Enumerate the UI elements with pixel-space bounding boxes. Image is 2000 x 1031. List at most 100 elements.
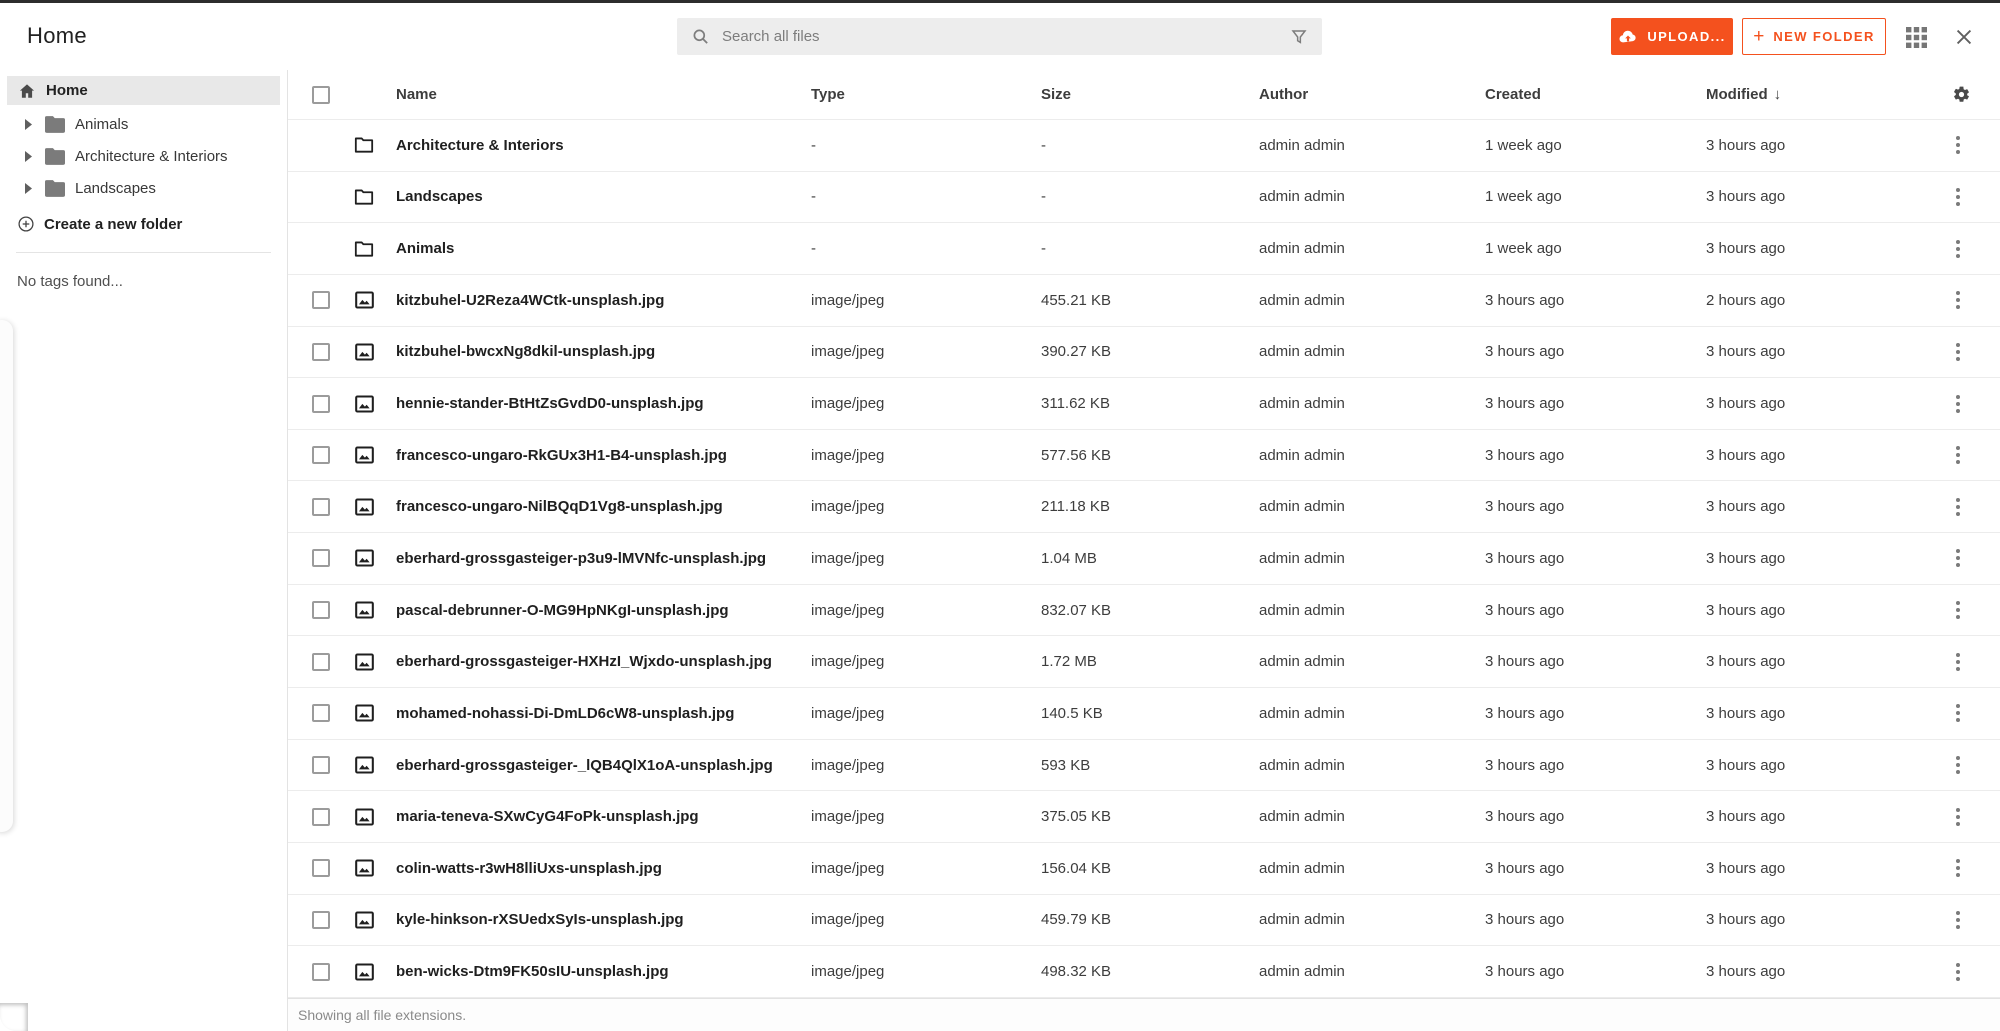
row-menu-button[interactable] [1952, 597, 1964, 623]
row-menu-button[interactable] [1952, 649, 1964, 675]
table-row-file[interactable]: eberhard-grossgasteiger-p3u9-lMVNfc-unsp… [288, 533, 2000, 585]
table-settings-gear-icon[interactable] [1952, 85, 1971, 104]
row-checkbox[interactable] [312, 446, 330, 465]
table-row-file[interactable]: eberhard-grossgasteiger-HXHzI_Wjxdo-unsp… [288, 636, 2000, 689]
new-folder-button[interactable]: + NEW FOLDER [1742, 18, 1886, 55]
caret-right-icon[interactable] [24, 118, 34, 130]
row-checkbox[interactable] [312, 342, 330, 361]
table-row-file[interactable]: ben-wicks-Dtm9FK50sIU-unsplash.jpg image… [288, 946, 2000, 998]
folder-name[interactable]: Animals [384, 240, 811, 257]
row-checkbox[interactable] [312, 394, 330, 413]
table-row-folder[interactable]: Animals - - admin admin 1 week ago 3 hou… [288, 223, 2000, 275]
column-header-author[interactable]: Author [1259, 86, 1485, 103]
close-button[interactable] [1951, 24, 1977, 50]
file-name[interactable]: francesco-ungaro-NilBQqD1Vg8-unsplash.jp… [384, 498, 811, 515]
row-menu-button[interactable] [1952, 339, 1964, 365]
row-author: admin admin [1259, 395, 1345, 413]
caret-right-icon[interactable] [24, 150, 34, 162]
row-menu-button[interactable] [1952, 236, 1964, 262]
file-name[interactable]: eberhard-grossgasteiger-_lQB4QlX1oA-unsp… [384, 757, 811, 774]
row-menu-button[interactable] [1952, 700, 1964, 726]
row-checkbox[interactable] [312, 601, 330, 620]
column-header-size[interactable]: Size [1041, 86, 1259, 103]
select-all-checkbox[interactable] [312, 85, 330, 104]
row-checkbox[interactable] [312, 549, 330, 568]
row-created: 1 week ago [1485, 136, 1562, 154]
folder-icon [45, 179, 65, 197]
row-menu-button[interactable] [1952, 391, 1964, 417]
table-row-folder[interactable]: Architecture & Interiors - - admin admin… [288, 120, 2000, 172]
column-header-type[interactable]: Type [811, 86, 1041, 103]
image-file-icon [354, 756, 374, 774]
row-menu-button[interactable] [1952, 545, 1964, 571]
row-type: image/jpeg [811, 859, 885, 877]
row-checkbox[interactable] [312, 807, 330, 826]
file-name[interactable]: pascal-debrunner-O-MG9HpNKgI-unsplash.jp… [384, 602, 811, 619]
sidebar-folder-item[interactable]: Landscapes [0, 173, 287, 203]
row-modified: 3 hours ago [1706, 498, 1786, 516]
column-header-modified[interactable]: Modified ↓ [1706, 86, 1938, 103]
search-input[interactable] [720, 27, 1290, 46]
row-menu-button[interactable] [1952, 442, 1964, 468]
row-menu-button[interactable] [1952, 494, 1964, 520]
folder-outline-icon [354, 240, 374, 258]
file-name[interactable]: maria-teneva-SXwCyG4FoPk-unsplash.jpg [384, 808, 811, 825]
file-name[interactable]: colin-watts-r3wH8lliUxs-unsplash.jpg [384, 860, 811, 877]
table-row-file[interactable]: maria-teneva-SXwCyG4FoPk-unsplash.jpg im… [288, 791, 2000, 843]
file-name[interactable]: mohamed-nohassi-Di-DmLD6cW8-unsplash.jpg [384, 705, 811, 722]
file-name[interactable]: ben-wicks-Dtm9FK50sIU-unsplash.jpg [384, 963, 811, 980]
file-name[interactable]: francesco-ungaro-RkGUx3H1-B4-unsplash.jp… [384, 447, 811, 464]
file-name[interactable]: eberhard-grossgasteiger-p3u9-lMVNfc-unsp… [384, 550, 811, 567]
table-row-file[interactable]: eberhard-grossgasteiger-_lQB4QlX1oA-unsp… [288, 740, 2000, 792]
table-row-file[interactable]: kitzbuhel-bwcxNg8dkil-unsplash.jpg image… [288, 327, 2000, 379]
row-checkbox[interactable] [312, 756, 330, 774]
row-menu-button[interactable] [1952, 907, 1964, 933]
upload-button[interactable]: UPLOAD... [1611, 18, 1733, 55]
file-name[interactable]: eberhard-grossgasteiger-HXHzI_Wjxdo-unsp… [384, 653, 811, 670]
row-checkbox[interactable] [312, 652, 330, 671]
sidebar-item-home[interactable]: Home [7, 76, 280, 105]
caret-right-icon[interactable] [24, 182, 34, 194]
grid-view-icon [1905, 26, 1927, 48]
table-row-file[interactable]: mohamed-nohassi-Di-DmLD6cW8-unsplash.jpg… [288, 688, 2000, 740]
row-created: 1 week ago [1485, 188, 1562, 206]
folder-name[interactable]: Landscapes [384, 188, 811, 205]
grid-view-button[interactable] [1903, 24, 1929, 50]
row-checkbox[interactable] [312, 962, 330, 981]
table-row-file[interactable]: francesco-ungaro-RkGUx3H1-B4-unsplash.jp… [288, 430, 2000, 482]
table-row-file[interactable]: kitzbuhel-U2Reza4WCtk-unsplash.jpg image… [288, 275, 2000, 327]
file-name[interactable]: hennie-stander-BtHtZsGvdD0-unsplash.jpg [384, 395, 811, 412]
sidebar-folder-item[interactable]: Architecture & Interiors [0, 141, 287, 171]
column-header-created[interactable]: Created [1485, 86, 1706, 103]
row-menu-button[interactable] [1952, 959, 1964, 985]
row-size: 459.79 KB [1041, 911, 1112, 929]
table-row-file[interactable]: pascal-debrunner-O-MG9HpNKgI-unsplash.jp… [288, 585, 2000, 637]
column-header-name[interactable]: Name [384, 86, 811, 103]
row-checkbox[interactable] [312, 910, 330, 929]
row-checkbox[interactable] [312, 859, 330, 878]
row-menu-button[interactable] [1952, 855, 1964, 881]
image-file-icon [354, 394, 374, 413]
table-row-file[interactable]: kyle-hinkson-rXSUedxSyIs-unsplash.jpg im… [288, 895, 2000, 947]
create-new-folder-button[interactable]: Create a new folder [0, 210, 287, 238]
filter-icon[interactable] [1290, 28, 1308, 46]
row-menu-button[interactable] [1952, 184, 1964, 210]
folder-name[interactable]: Architecture & Interiors [384, 137, 811, 154]
file-name[interactable]: kitzbuhel-U2Reza4WCtk-unsplash.jpg [384, 292, 811, 309]
row-menu-button[interactable] [1952, 804, 1964, 830]
file-name[interactable]: kitzbuhel-bwcxNg8dkil-unsplash.jpg [384, 343, 811, 360]
file-name[interactable]: kyle-hinkson-rXSUedxSyIs-unsplash.jpg [384, 911, 811, 928]
row-checkbox[interactable] [312, 291, 330, 310]
folder-icon [45, 147, 65, 165]
search-bar[interactable] [677, 18, 1322, 55]
table-row-file[interactable]: hennie-stander-BtHtZsGvdD0-unsplash.jpg … [288, 378, 2000, 430]
table-row-file[interactable]: francesco-ungaro-NilBQqD1Vg8-unsplash.jp… [288, 481, 2000, 534]
table-row-folder[interactable]: Landscapes - - admin admin 1 week ago 3 … [288, 172, 2000, 224]
row-menu-button[interactable] [1952, 132, 1964, 158]
sidebar-folder-item[interactable]: Animals [0, 109, 287, 139]
row-checkbox[interactable] [312, 497, 330, 516]
row-checkbox[interactable] [312, 704, 330, 723]
table-row-file[interactable]: colin-watts-r3wH8lliUxs-unsplash.jpg ima… [288, 843, 2000, 895]
row-menu-button[interactable] [1952, 287, 1964, 313]
row-menu-button[interactable] [1952, 752, 1964, 778]
